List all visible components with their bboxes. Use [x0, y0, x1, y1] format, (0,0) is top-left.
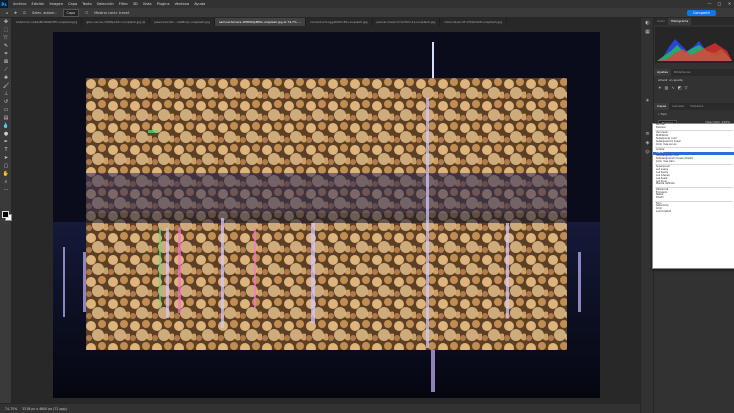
share-button[interactable]: Compartir: [686, 10, 716, 16]
brush-tool-icon[interactable]: 🖌: [0, 82, 12, 90]
menu-capa[interactable]: Capa: [68, 2, 77, 6]
document-tab[interactable]: shadman-nabb-BmSN9d7EI-unsplash.jpg: [12, 18, 83, 26]
document-tab[interactable]: mika-diusz-UF-2HdxmkW-unsplash.jpg: [440, 18, 508, 26]
eraser-tool-icon[interactable]: ▭: [0, 106, 12, 114]
auto-select-label: Selec. autom.:: [32, 10, 57, 15]
shape-tool-icon[interactable]: ▢: [0, 162, 12, 170]
gradient-tool-icon[interactable]: ▤: [0, 114, 12, 122]
menu-plugins[interactable]: Plugins: [157, 2, 170, 6]
blur-tool-icon[interactable]: 💧: [0, 122, 12, 130]
status-bar: 74,75% 3318 px x 4600 px (72 ppp): [0, 403, 640, 413]
auto-select-checkbox[interactable]: ☑: [23, 11, 26, 15]
type-tool-icon[interactable]: T: [0, 146, 12, 154]
zoom-level[interactable]: 74,75%: [5, 407, 17, 411]
move-tool-icon[interactable]: ✥: [14, 11, 17, 15]
menu-ventana[interactable]: Ventana: [174, 2, 189, 6]
history-brush-tool-icon[interactable]: ↺: [0, 98, 12, 106]
blend-mode-menu: Normal Disolver Oscurecer Multiplicar Subexp…: [652, 123, 734, 269]
home-icon[interactable]: ⌂: [6, 11, 8, 15]
blend-mode-option[interactable]: Dividir: [653, 196, 734, 200]
blend-mode-option[interactable]: Luminosidad: [653, 210, 734, 214]
blend-mode-option[interactable]: Disolver: [653, 126, 734, 130]
move-tool-icon[interactable]: ✥: [0, 18, 12, 26]
adjustments-hint: Añadir un ajuste: [658, 78, 683, 82]
curves-icon[interactable]: ∿: [671, 85, 674, 90]
more-tools-icon[interactable]: ⋯: [0, 186, 12, 194]
menu-ayuda[interactable]: Ayuda: [194, 2, 205, 6]
tab-adjustments[interactable]: Ajustes: [654, 69, 671, 76]
layer-filter-type: Tipo: [660, 112, 667, 116]
menu-filtro[interactable]: Filtro: [119, 2, 128, 6]
color-panel-tabs: Color Histograma: [654, 18, 734, 25]
healing-brush-tool-icon[interactable]: ✚: [0, 74, 12, 82]
zoom-tool-icon[interactable]: ⌕: [0, 178, 12, 186]
adjustment-icons: ☀ ▥ ∿ ◩ ▽: [654, 84, 734, 91]
tools-panel: ✥ ⬚ ➰ ✎ ⌗ ⊠ ⟋ ✚ 🖌 ⊥ ↺ ▭ ▤ 💧 ● ✒ T ➤ ▢ ✋ …: [0, 18, 12, 403]
blend-mode-option[interactable]: Color más oscuro: [653, 143, 734, 147]
document-info[interactable]: 3318 px x 4600 px (72 ppp): [22, 407, 67, 411]
pen-tool-icon[interactable]: ✒: [0, 138, 12, 146]
crop-tool-icon[interactable]: ⌗: [0, 50, 12, 58]
menu-seleccion[interactable]: Selección: [97, 2, 114, 6]
auto-select-dropdown[interactable]: Capa: [62, 8, 80, 17]
quick-select-tool-icon[interactable]: ✎: [0, 42, 12, 50]
blend-mode-option[interactable]: Color más claro: [653, 160, 734, 164]
clone-stamp-tool-icon[interactable]: ⊥: [0, 90, 12, 98]
path-select-tool-icon[interactable]: ➤: [0, 154, 12, 162]
vibrance-icon[interactable]: ▽: [685, 85, 688, 90]
tab-libraries[interactable]: Bibliotecas: [671, 69, 693, 76]
show-transform-label: Mostrar contr. transf.: [94, 10, 130, 15]
photoshop-logo-icon[interactable]: Ps: [0, 0, 8, 8]
frame-tool-icon[interactable]: ⊠: [0, 58, 12, 66]
menu-imagen[interactable]: Imagen: [49, 2, 63, 6]
levels-icon[interactable]: ▥: [665, 85, 669, 90]
eyedropper-tool-icon[interactable]: ⟋: [0, 66, 12, 74]
window-controls: — □ ✕: [707, 1, 732, 6]
layers-panel-tabs: Capas Canales Trazados: [654, 103, 734, 110]
adjustments-tabs: Ajustes Bibliotecas: [654, 69, 734, 76]
options-bar: ⌂ ✥ ☑ Selec. autom.: Capa ☐ Mostrar cont…: [0, 8, 734, 18]
lasso-tool-icon[interactable]: ➰: [0, 34, 12, 42]
menu-archivo[interactable]: Archivo: [13, 2, 26, 6]
marquee-tool-icon[interactable]: ⬚: [0, 26, 12, 34]
tab-histogram[interactable]: Histograma: [667, 18, 692, 25]
document-tab[interactable]: pascal-meier-YrrG79Xn-1s-unsplash.jpg: [373, 18, 441, 26]
foreground-color-swatch[interactable]: [2, 211, 9, 218]
hand-tool-icon[interactable]: ✋: [0, 170, 12, 178]
bokeh-texture-graphic: [86, 78, 567, 350]
close-icon[interactable]: ✕: [727, 1, 732, 6]
document-tabs: shadman-nabb-BmSN9d7EI-unsplash.jpg glen…: [12, 18, 640, 26]
document-tab[interactable]: jessica-bristo...ozeBnqn-unsplash.jpg: [150, 18, 215, 26]
menu-vista[interactable]: Vista: [143, 2, 152, 6]
tab-color[interactable]: Color: [654, 18, 668, 25]
brightness-icon[interactable]: ☀: [658, 85, 662, 90]
layer-filter[interactable]: ⌕ Tipo: [654, 110, 734, 118]
blend-mode-option[interactable]: Mezcla definida: [653, 182, 734, 186]
show-transform-checkbox[interactable]: ☐: [85, 11, 88, 15]
exposure-icon[interactable]: ◩: [678, 85, 682, 90]
maximize-icon[interactable]: □: [717, 1, 722, 6]
menu-3d[interactable]: 3D: [133, 2, 138, 6]
document-tab-active[interactable]: samuel-ferrara-1ElDNQpMlfw-unsplash.jpg …: [214, 18, 306, 26]
tab-paths[interactable]: Trazados: [687, 103, 706, 110]
document-tab[interactable]: glen-carrie-cVMDpnk6 l-unsplash.jpg @: [82, 18, 151, 26]
menu-bar: Ps Archivo Edición Imagen Capa Texto Sel…: [0, 0, 734, 8]
document-tab[interactable]: vincent-eck-lggatXXD-ES-unsplash.jpg: [306, 18, 373, 26]
dodge-tool-icon[interactable]: ●: [0, 130, 12, 138]
menu-edicion[interactable]: Edición: [31, 2, 44, 6]
bokeh-layer-image[interactable]: [86, 78, 567, 350]
histogram-graphic: [655, 27, 734, 63]
minimize-icon[interactable]: —: [707, 1, 712, 6]
tab-layers[interactable]: Capas: [654, 103, 670, 110]
menu-texto[interactable]: Texto: [82, 2, 91, 6]
tab-channels[interactable]: Canales: [669, 103, 687, 110]
